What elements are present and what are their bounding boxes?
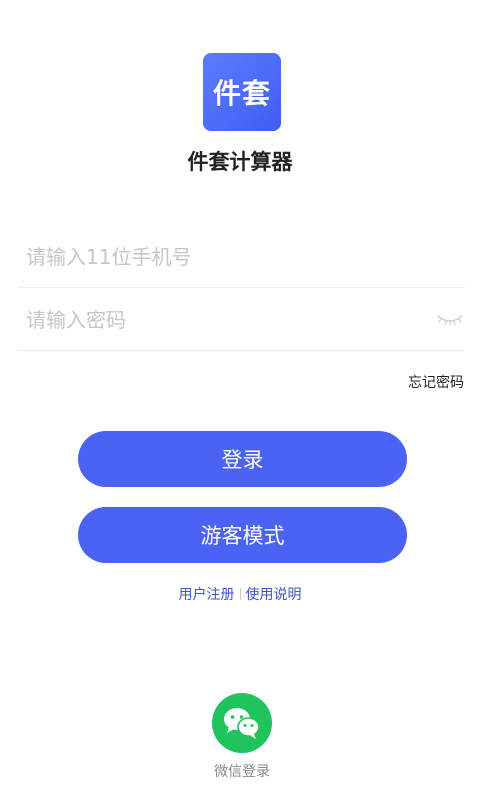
wechat-login-button[interactable] — [212, 693, 272, 753]
guest-mode-button[interactable]: 游客模式 — [78, 507, 407, 563]
help-link[interactable]: 使用说明 — [246, 587, 302, 603]
login-page: 件套 件套计算器 忘记密码 登录 游客模式 用户注册使用说明 — [0, 0, 480, 800]
link-divider — [239, 588, 241, 600]
app-logo-text: 件套 — [212, 77, 271, 110]
wechat-login-label: 微信登录 — [214, 764, 270, 780]
footer-links: 用户注册 使用说明 — [0, 584, 480, 604]
password-field-row — [18, 289, 465, 351]
login-button[interactable]: 登录 — [78, 431, 407, 487]
app-logo: 件套 — [203, 53, 281, 131]
phone-input[interactable] — [26, 240, 426, 274]
forgot-password-link[interactable]: 忘记密码 — [408, 372, 464, 392]
app-title: 件套计算器 — [187, 150, 293, 174]
eye-closed-icon[interactable] — [435, 309, 465, 329]
password-input[interactable] — [26, 303, 426, 337]
register-link[interactable]: 用户注册 — [179, 587, 235, 603]
phone-field-row — [18, 226, 465, 288]
wechat-icon — [224, 708, 260, 739]
